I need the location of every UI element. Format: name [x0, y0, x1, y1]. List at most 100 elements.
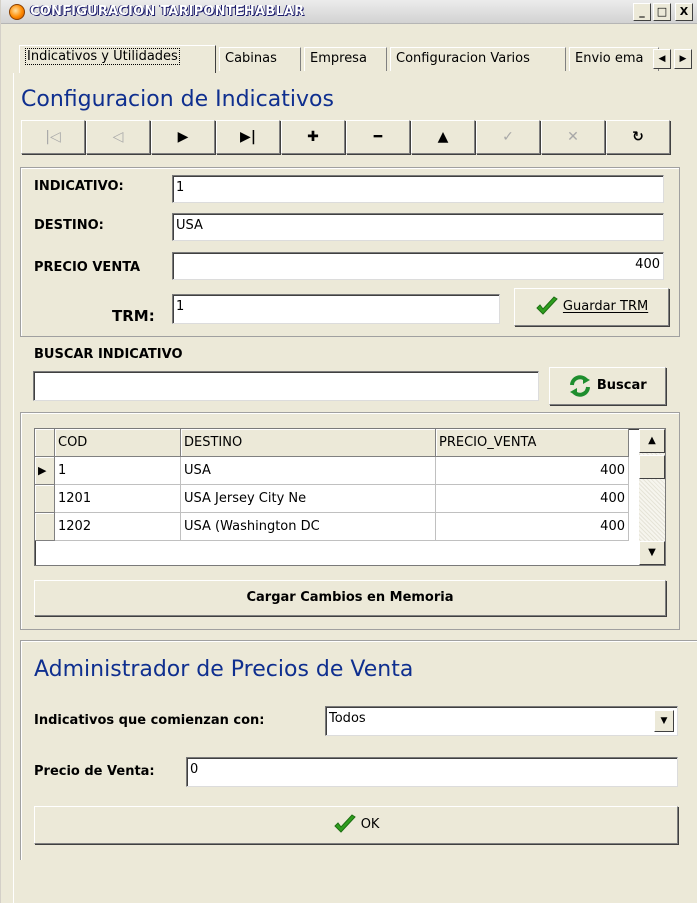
prefix-select[interactable]: Todos [325, 706, 678, 736]
cell-destino[interactable]: USA (Washington DC [181, 513, 436, 541]
cargar-cambios-button[interactable]: Cargar Cambios en Memoria [34, 580, 666, 616]
scroll-down-button[interactable]: ▼ [639, 541, 665, 565]
arrow-down-icon: ▼ [648, 547, 656, 558]
cell-destino[interactable]: USA [181, 457, 436, 485]
precio-de-venta-label: Precio de Venta: [34, 764, 155, 779]
green-check-icon [535, 296, 559, 318]
close-icon: X [680, 5, 688, 18]
tab-bar: Indicativos y Utilidades Cabinas Empresa… [11, 45, 697, 73]
first-record-icon: |◁ [45, 129, 60, 145]
buscar-indicativo-label: BUSCAR INDICATIVO [34, 347, 183, 362]
cell-cod[interactable]: 1 [55, 457, 181, 485]
window-title: CONFIGURACION TARIPONTEHABLAR [30, 4, 304, 19]
indicativos-title: Configuracion de Indicativos [21, 87, 334, 112]
tab-strip-spacer [1, 24, 697, 45]
minimize-button[interactable]: _ [633, 3, 651, 21]
refresh-icon: ↻ [632, 129, 644, 145]
destino-input[interactable]: USA [172, 213, 664, 241]
nav-delete-button[interactable]: ━ [346, 120, 410, 154]
cell-precio[interactable]: 400 [436, 457, 629, 485]
nav-cancel-button[interactable]: ✕ [541, 120, 605, 154]
buscar-indicativo-input[interactable] [33, 371, 539, 401]
next-record-icon: ▶ [178, 129, 189, 145]
precios-title: Administrador de Precios de Venta [34, 657, 413, 682]
col-header-precio-venta[interactable]: PRECIO_VENTA [436, 429, 629, 457]
grid-vertical-scrollbar[interactable]: ▲ ▼ [639, 429, 665, 565]
arrow-up-icon: ▲ [648, 435, 656, 446]
prefix-selected-value: Todos [329, 711, 366, 726]
nav-last-button[interactable]: ▶| [216, 120, 280, 154]
cell-destino[interactable]: USA Jersey City Ne [181, 485, 436, 513]
nav-prior-button[interactable]: ◁ [86, 120, 150, 154]
prefix-dropdown-button[interactable]: ▼ [654, 710, 674, 732]
precio-de-venta-input[interactable]: 0 [186, 757, 678, 787]
nav-first-button[interactable]: |◁ [21, 120, 85, 154]
tab-label: Empresa [310, 51, 367, 66]
buscar-button[interactable]: Buscar [549, 367, 666, 405]
nav-refresh-button[interactable]: ↻ [606, 120, 670, 154]
arrow-left-icon: ◀ [659, 54, 666, 64]
trm-label: TRM: [112, 307, 155, 325]
table-row[interactable]: 1202 USA (Washington DC 400 [35, 513, 639, 541]
maximize-button[interactable]: □ [653, 3, 671, 21]
tab-label: Configuracion Varios [396, 51, 530, 66]
arrow-right-icon: ▶ [680, 54, 687, 64]
row-indicator-cell [35, 485, 55, 513]
indicativos-grid[interactable]: COD DESTINO PRECIO_VENTA ▶ 1 USA 400 120… [34, 428, 666, 566]
header-indicator-cell [35, 429, 55, 457]
nav-post-button[interactable]: ✓ [476, 120, 540, 154]
table-row[interactable]: ▶ 1 USA 400 [35, 457, 639, 485]
cargar-cambios-label: Cargar Cambios en Memoria [246, 590, 453, 605]
indicativo-input[interactable]: 1 [172, 175, 664, 203]
indicativo-label: INDICATIVO: [34, 179, 124, 194]
col-header-cod[interactable]: COD [55, 429, 181, 457]
col-header-destino[interactable]: DESTINO [181, 429, 436, 457]
close-button[interactable]: X [675, 3, 693, 21]
tab-label: Envio ema [575, 51, 643, 66]
refresh-green-icon [568, 374, 592, 398]
precio-venta-label: PRECIO VENTA [34, 260, 140, 275]
row-indicator-cell: ▶ [35, 457, 55, 485]
app-icon [9, 4, 25, 20]
cell-precio[interactable]: 400 [436, 513, 629, 541]
plus-icon: ✚ [307, 129, 319, 145]
prior-record-icon: ◁ [113, 129, 124, 145]
tab-scroll-right-button[interactable]: ▶ [674, 49, 692, 69]
nav-insert-button[interactable]: ✚ [281, 120, 345, 154]
tab-scroll-left-button[interactable]: ◀ [653, 49, 671, 69]
tab-envio-email[interactable]: Envio ema [569, 47, 659, 71]
check-icon: ✓ [502, 129, 514, 145]
table-row[interactable]: 1201 USA Jersey City Ne 400 [35, 485, 639, 513]
minus-icon: ━ [374, 129, 382, 145]
title-bar[interactable]: CONFIGURACION TARIPONTEHABLAR _ □ X [1, 0, 697, 24]
tab-configuracion-varios[interactable]: Configuracion Varios [390, 47, 566, 71]
app-window: CONFIGURACION TARIPONTEHABLAR _ □ X Indi… [0, 0, 697, 903]
guardar-trm-label: Guardar TRM [563, 299, 648, 314]
prefix-label: Indicativos que comienzan con: [34, 713, 265, 728]
green-check-icon [333, 814, 357, 836]
nav-edit-button[interactable]: ▲ [411, 120, 475, 154]
tab-label: Indicativos y Utilidades [25, 48, 180, 65]
nav-next-button[interactable]: ▶ [151, 120, 215, 154]
cancel-x-icon: ✕ [567, 129, 579, 145]
cell-cod[interactable]: 1202 [55, 513, 181, 541]
edit-up-icon: ▲ [438, 129, 449, 145]
precio-venta-input[interactable]: 400 [172, 252, 664, 280]
tab-empresa[interactable]: Empresa [304, 47, 387, 71]
cell-precio[interactable]: 400 [436, 485, 629, 513]
tab-indicativos[interactable]: Indicativos y Utilidades [19, 45, 216, 73]
trm-input[interactable]: 1 [172, 294, 500, 324]
tab-label: Cabinas [225, 51, 277, 66]
tab-cabinas[interactable]: Cabinas [219, 47, 301, 71]
scroll-thumb[interactable] [639, 455, 665, 479]
ok-label: OK [361, 817, 380, 832]
scroll-up-button[interactable]: ▲ [639, 429, 665, 453]
ok-button[interactable]: OK [34, 806, 678, 844]
maximize-icon: □ [657, 5, 667, 18]
row-indicator-cell [35, 513, 55, 541]
chevron-down-icon: ▼ [661, 716, 668, 726]
grid-header-row: COD DESTINO PRECIO_VENTA [35, 429, 639, 457]
guardar-trm-button[interactable]: Guardar TRM [514, 288, 669, 326]
cell-cod[interactable]: 1201 [55, 485, 181, 513]
last-record-icon: ▶| [240, 129, 256, 145]
